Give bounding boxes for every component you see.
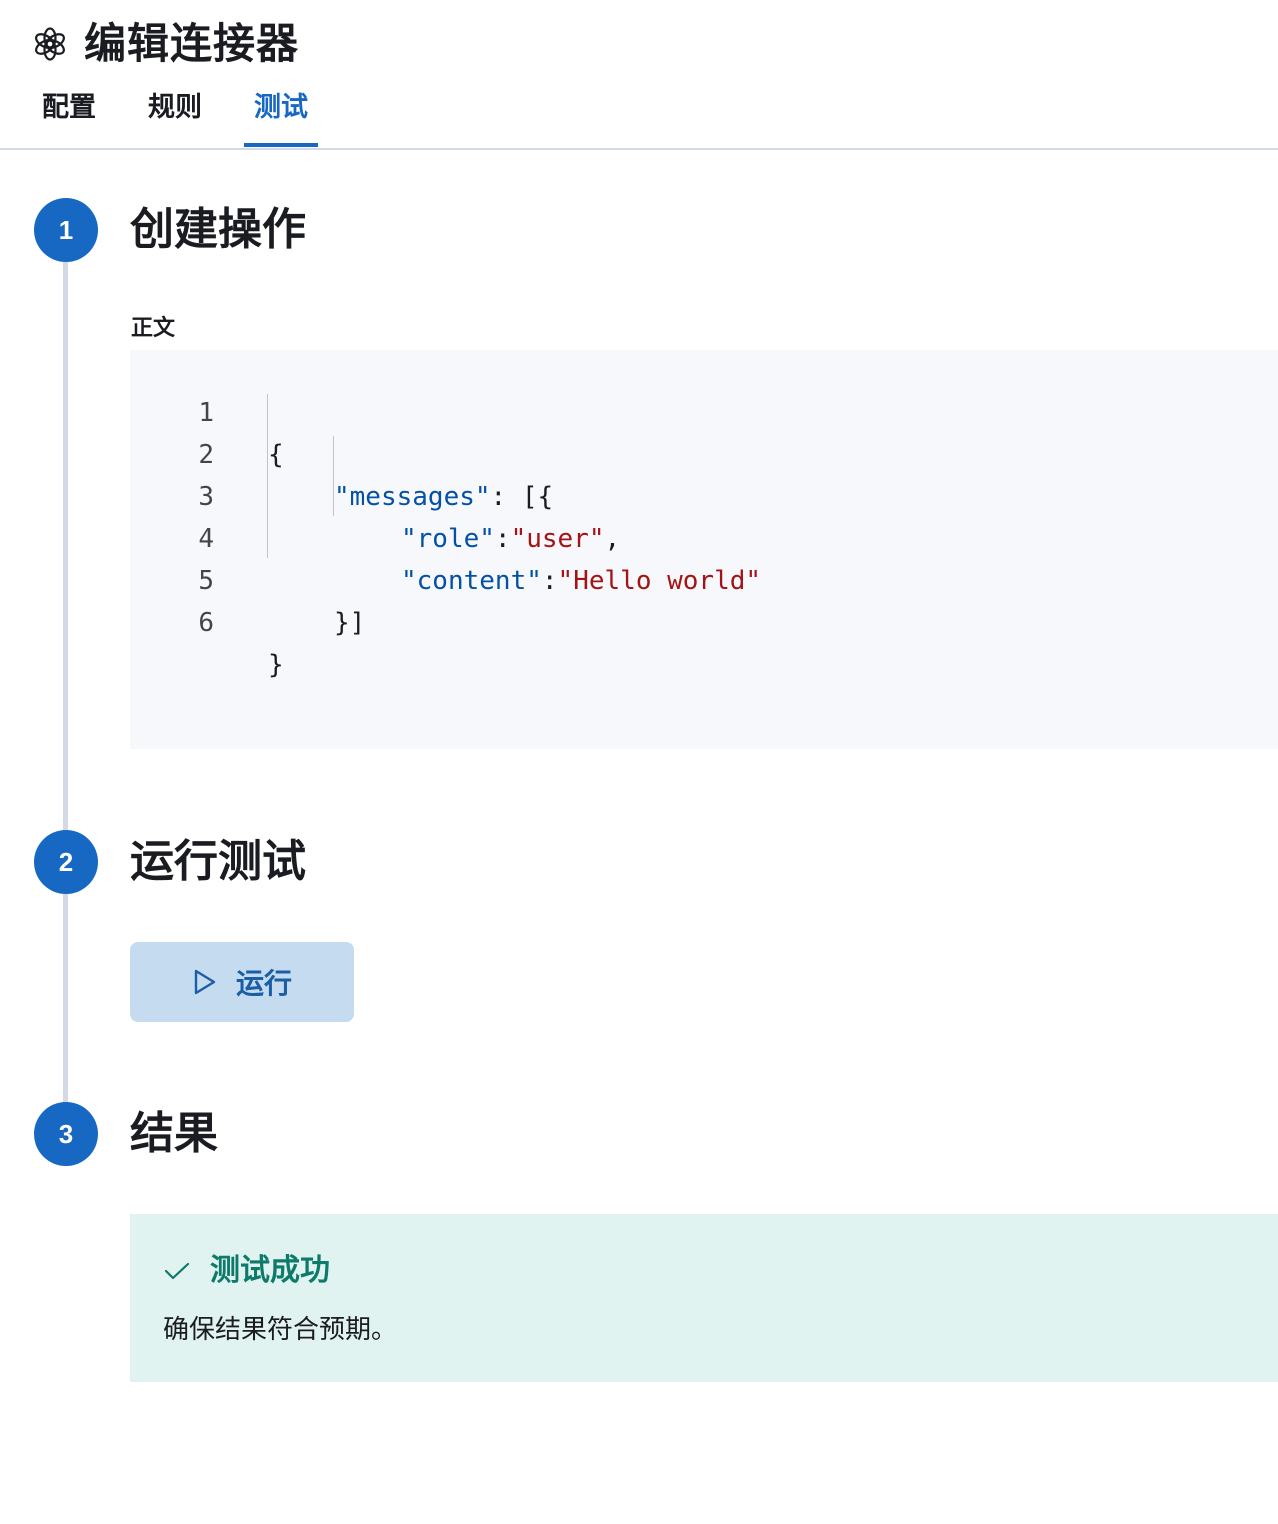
code-line: 3 "role":"user", (130, 434, 1278, 554)
step-title-run-test: 运行测试 (130, 836, 306, 887)
body-label: 正文 (131, 316, 176, 341)
step-connector-line (63, 894, 68, 1104)
tab-rules[interactable]: 规则 (138, 86, 212, 150)
step-number-badge: 2 (34, 830, 98, 894)
step-connector-line (63, 262, 68, 832)
code-text: } (268, 650, 284, 680)
code-line: 1 { (130, 350, 1278, 470)
openai-logo-icon (32, 26, 68, 62)
result-header: 测试成功 (164, 1250, 330, 1292)
title-row: 编辑连接器 (32, 16, 299, 72)
play-icon (192, 968, 218, 996)
check-icon (164, 1258, 190, 1284)
code-line: 6 } (130, 560, 1278, 680)
step-number-badge: 3 (34, 1102, 98, 1166)
step-number-badge: 1 (34, 198, 98, 262)
page-header: 编辑连接器 配置 规则 测试 (0, 0, 1278, 150)
result-callout: 测试成功 确保结果符合预期。 (130, 1214, 1278, 1382)
code-line: 4 "content":"Hello world" (130, 476, 1278, 596)
step-title-create-action: 创建操作 (130, 204, 306, 255)
line-number: 6 (198, 608, 214, 638)
tab-config[interactable]: 配置 (32, 86, 106, 150)
run-button-label: 运行 (235, 967, 292, 1000)
run-button[interactable]: 运行 (130, 942, 354, 1022)
tab-test[interactable]: 测试 (244, 86, 318, 150)
tab-bar: 配置 规则 测试 (32, 86, 350, 150)
step-title-result: 结果 (130, 1108, 218, 1159)
result-message: 确保结果符合预期。 (163, 1315, 398, 1345)
result-title: 测试成功 (210, 1253, 330, 1288)
code-text: }] (334, 608, 366, 638)
code-line: 5 }] (130, 518, 1278, 638)
code-line: 2 "messages": [{ (130, 392, 1278, 512)
page-title: 编辑连接器 (84, 19, 300, 68)
header-divider (0, 148, 1278, 150)
json-code-editor[interactable]: 1 { 2 "messages": [{ 3 "role":"user", 4 … (130, 350, 1278, 749)
